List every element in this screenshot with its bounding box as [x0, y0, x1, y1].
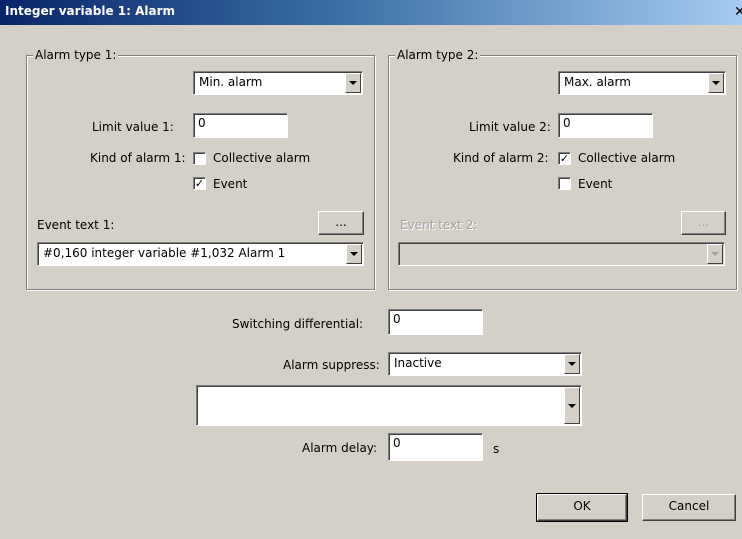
alarm-type-1-value: Min. alarm [199, 75, 263, 89]
event-text-1-value: #0,160 integer variable #1,032 Alarm 1 [43, 246, 286, 260]
alarm-type-2-dropdown-button[interactable] [708, 73, 724, 93]
limit-value-2-label: Limit value 2: [469, 120, 551, 134]
cancel-button[interactable]: Cancel [642, 494, 736, 521]
chevron-down-icon [711, 252, 719, 256]
alarm-delay-input[interactable]: 0 [388, 433, 483, 461]
event-text-2-label: Event text 2: [400, 218, 478, 232]
alarm-suppress-dropdown-button[interactable] [564, 354, 580, 374]
alarm-suppress-select[interactable]: Inactive [388, 352, 582, 376]
limit-value-2-input[interactable]: 0 [558, 113, 653, 138]
event-1-checkbox[interactable]: ✓ [193, 177, 206, 190]
alarm-type-1-select[interactable]: Min. alarm [193, 71, 363, 95]
event-1-label: Event [213, 177, 248, 191]
limit-value-1-label: Limit value 1: [92, 120, 174, 134]
window-frame [0, 25, 10, 539]
event-text-1-label: Event text 1: [37, 218, 115, 232]
collective-alarm-1-checkbox[interactable] [193, 152, 206, 165]
alarm-type-2-select[interactable]: Max. alarm [558, 71, 726, 95]
event-text-2-select[interactable] [398, 242, 725, 266]
chevron-down-icon [349, 81, 357, 85]
event-2-label: Event [578, 177, 613, 191]
chevron-down-icon [350, 252, 358, 256]
chevron-down-icon [568, 403, 576, 408]
window-title: Integer variable 1: Alarm [5, 4, 176, 18]
event-text-1-dropdown-button[interactable] [346, 244, 362, 264]
close-icon[interactable]: ✕ [734, 5, 742, 19]
alarm-delay-unit: s [493, 442, 500, 456]
alarm-type-1-dropdown-button[interactable] [345, 73, 361, 93]
limit-value-1-input[interactable]: 0 [193, 113, 288, 138]
switching-differential-input[interactable]: 0 [388, 309, 483, 335]
alarm-suppress-detail-dropdown-button[interactable] [564, 387, 580, 424]
collective-alarm-2-label: Collective alarm [578, 151, 676, 165]
event-text-2-browse-button[interactable]: ... [681, 211, 726, 235]
event-2-checkbox[interactable] [558, 177, 571, 190]
event-text-2-dropdown-button[interactable] [707, 244, 723, 264]
event-text-1-select[interactable]: #0,160 integer variable #1,032 Alarm 1 [37, 242, 364, 266]
alarm-type-2-legend: Alarm type 2: [395, 48, 481, 62]
alarm-delay-label: Alarm delay: [302, 441, 378, 455]
title-bar: Integer variable 1: Alarm ✕ [0, 0, 742, 25]
switching-differential-label: Switching differential: [232, 317, 364, 331]
alarm-type-1-legend: Alarm type 1: [33, 48, 119, 62]
event-text-1-browse-button[interactable]: ... [318, 211, 364, 235]
chevron-down-icon [568, 362, 576, 366]
ok-button[interactable]: OK [536, 493, 628, 522]
collective-alarm-2-checkbox[interactable]: ✓ [558, 152, 571, 165]
alarm-suppress-label: Alarm suppress: [283, 358, 380, 372]
chevron-down-icon [712, 81, 720, 85]
collective-alarm-1-label: Collective alarm [213, 151, 311, 165]
kind-of-alarm-2-label: Kind of alarm 2: [453, 151, 549, 165]
alarm-suppress-detail-select[interactable] [196, 385, 582, 426]
alarm-suppress-value: Inactive [394, 356, 442, 370]
alarm-type-2-value: Max. alarm [564, 75, 631, 89]
kind-of-alarm-1-label: Kind of alarm 1: [90, 151, 186, 165]
